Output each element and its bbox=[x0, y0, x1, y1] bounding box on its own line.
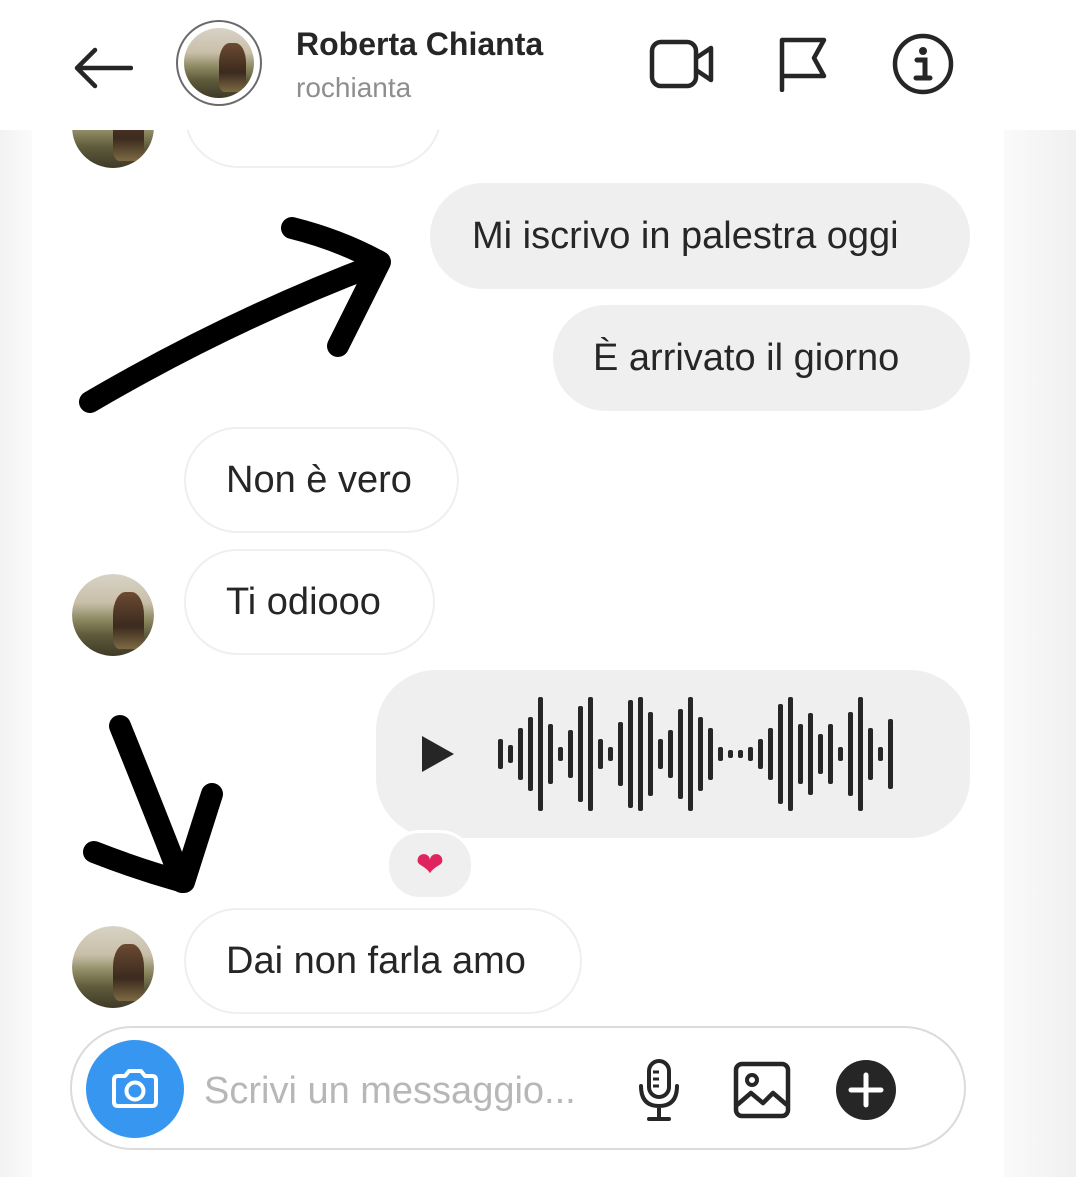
waveform-bar bbox=[868, 728, 873, 780]
video-call-button[interactable] bbox=[648, 32, 716, 96]
waveform-bar bbox=[788, 697, 793, 811]
message-bubble-sent[interactable]: Mi iscrivo in palestra oggi bbox=[430, 183, 970, 289]
waveform-bar bbox=[678, 709, 683, 799]
waveform-bar bbox=[758, 739, 763, 769]
waveform-bar bbox=[518, 728, 523, 780]
waveform-bar bbox=[778, 704, 783, 804]
waveform-bar bbox=[548, 724, 553, 784]
camera-icon bbox=[112, 1069, 158, 1108]
heart-reaction[interactable]: ❤ bbox=[386, 830, 474, 900]
message-text: Mi iscrivo in palestra oggi bbox=[472, 214, 899, 257]
waveform-bar bbox=[838, 747, 843, 761]
message-text: Ti odiooo bbox=[226, 580, 381, 623]
message-avatar[interactable] bbox=[72, 926, 154, 1008]
voice-message-bubble[interactable] bbox=[376, 670, 970, 838]
voice-record-button[interactable] bbox=[634, 1058, 684, 1122]
avatar-photo bbox=[184, 28, 254, 98]
waveform-bar bbox=[628, 700, 633, 808]
waveform-bar bbox=[698, 717, 703, 791]
message-bubble-received[interactable]: Non è vero bbox=[184, 427, 459, 533]
waveform-bar bbox=[808, 713, 813, 795]
waveform-bar bbox=[708, 728, 713, 780]
waveform-bar bbox=[528, 717, 533, 791]
waveform-bar bbox=[688, 697, 693, 811]
waveform-bar bbox=[538, 697, 543, 811]
message-avatar[interactable] bbox=[72, 574, 154, 656]
waveform-bar bbox=[728, 750, 733, 758]
waveform-bar bbox=[568, 730, 573, 778]
waveform-bar bbox=[578, 706, 583, 802]
waveform-bar bbox=[658, 739, 663, 769]
message-input[interactable] bbox=[202, 1062, 606, 1120]
arrow-annotation-top bbox=[79, 217, 391, 413]
message-text: Non è vero bbox=[226, 458, 412, 501]
gallery-icon bbox=[733, 1061, 791, 1119]
waveform-bar bbox=[608, 747, 613, 761]
chat-header: Roberta Chianta rochianta bbox=[0, 0, 1076, 130]
waveform-bar bbox=[738, 750, 743, 758]
heart-icon: ❤ bbox=[415, 846, 445, 884]
waveform-bar bbox=[598, 739, 603, 769]
waveform-bar bbox=[848, 712, 853, 796]
microphone-icon bbox=[639, 1059, 679, 1121]
waveform-bar bbox=[798, 724, 803, 784]
arrow-annotation-bottom bbox=[83, 715, 223, 893]
video-call-icon bbox=[649, 39, 714, 89]
left-margin bbox=[0, 110, 32, 1177]
right-margin bbox=[1004, 110, 1076, 1177]
report-button[interactable] bbox=[774, 32, 830, 96]
back-arrow-icon bbox=[74, 47, 133, 89]
message-text: È arrivato il giorno bbox=[593, 336, 900, 379]
message-bubble-received[interactable]: Ti odiooo bbox=[184, 549, 435, 655]
waveform-bar bbox=[858, 697, 863, 811]
waveform-bar bbox=[768, 728, 773, 780]
waveform-bar bbox=[718, 747, 723, 761]
profile-avatar[interactable] bbox=[176, 20, 262, 106]
waveform-bar bbox=[558, 747, 563, 761]
message-bubble-sent[interactable]: È arrivato il giorno bbox=[553, 305, 970, 411]
audio-waveform[interactable] bbox=[498, 694, 938, 814]
info-icon bbox=[892, 33, 954, 95]
waveform-bar bbox=[668, 730, 673, 778]
waveform-bar bbox=[748, 747, 753, 761]
waveform-bar bbox=[648, 712, 653, 796]
info-button[interactable] bbox=[890, 32, 956, 96]
message-bubble-received[interactable]: Dai non farla amo bbox=[184, 908, 582, 1014]
gallery-button[interactable] bbox=[732, 1058, 792, 1122]
waveform-bar bbox=[878, 747, 883, 761]
waveform-bar bbox=[498, 739, 503, 769]
camera-button[interactable] bbox=[86, 1040, 184, 1138]
plus-icon bbox=[836, 1060, 896, 1120]
message-text: Dai non farla amo bbox=[226, 939, 526, 982]
waveform-bar bbox=[828, 724, 833, 784]
contact-name[interactable]: Roberta Chianta bbox=[296, 26, 543, 63]
waveform-bar bbox=[638, 697, 643, 811]
play-icon[interactable] bbox=[420, 734, 456, 774]
waveform-bar bbox=[888, 719, 893, 789]
message-composer bbox=[70, 1026, 966, 1150]
waveform-bar bbox=[618, 722, 623, 786]
waveform-bar bbox=[588, 697, 593, 811]
back-button[interactable] bbox=[68, 40, 136, 96]
contact-username: rochianta bbox=[296, 72, 412, 103]
waveform-bar bbox=[508, 745, 513, 763]
more-options-button[interactable] bbox=[834, 1058, 898, 1122]
flag-icon bbox=[779, 37, 827, 92]
waveform-bar bbox=[818, 734, 823, 774]
